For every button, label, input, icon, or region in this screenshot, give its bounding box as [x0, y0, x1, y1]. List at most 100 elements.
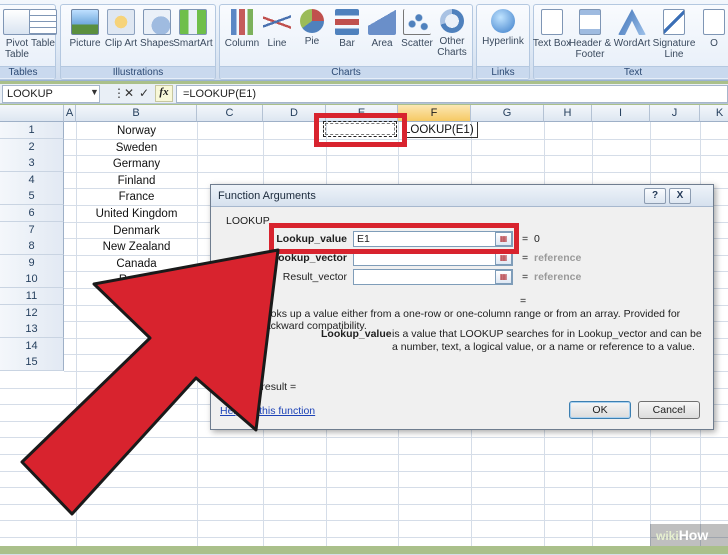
picture-icon — [71, 9, 99, 35]
result-vector-input[interactable] — [353, 269, 513, 285]
column-header-g[interactable]: G — [471, 105, 544, 122]
ribbon-group-label-charts: Charts — [220, 66, 472, 78]
cell-b1[interactable]: Norway — [76, 123, 197, 139]
column-header-a[interactable]: A — [64, 105, 76, 122]
arg-equals: = — [522, 271, 529, 283]
other-charts-button[interactable]: Other Charts — [430, 9, 474, 67]
row-header-2[interactable]: 2 — [0, 138, 64, 156]
row-header-3[interactable]: 3 — [0, 155, 64, 173]
column-chart-icon — [228, 9, 256, 35]
gridline-horizontal — [0, 537, 728, 538]
ribbon-group-tables: Pivot Table Table Tables — [0, 4, 57, 80]
collapse-dialog-icon[interactable]: ▦ — [495, 270, 512, 284]
cell-b10[interactable]: Russia — [76, 272, 197, 288]
ribbon-group-illustrations: Picture Clip Art Shapes SmartArt Illustr… — [60, 4, 216, 80]
pie-chart-icon — [300, 9, 324, 33]
function-arguments-dialog: Function Arguments ? X LOOKUP Lookup_val… — [210, 184, 714, 430]
close-icon[interactable]: X — [669, 188, 691, 204]
column-header-f[interactable]: F — [398, 105, 471, 122]
help-icon[interactable]: ? — [644, 188, 666, 204]
chevron-down-icon[interactable]: ▼ — [90, 87, 99, 97]
row-header-15[interactable]: 15 — [0, 354, 64, 372]
cell-b9[interactable]: Canada — [76, 256, 197, 272]
signature-line-icon — [663, 9, 685, 35]
cell-b7[interactable]: Denmark — [76, 223, 197, 239]
dialog-function-name: LOOKUP — [226, 215, 270, 227]
row-header-6[interactable]: 6 — [0, 205, 64, 222]
arg-equals: = — [522, 252, 529, 264]
text-box-icon — [541, 9, 563, 35]
name-box[interactable]: LOOKUP — [2, 85, 100, 103]
row-header-7[interactable]: 7 — [0, 221, 64, 239]
select-all-corner[interactable] — [0, 105, 64, 122]
object-button[interactable]: O — [694, 9, 728, 67]
hyperlink-icon — [491, 9, 515, 33]
arg-result-result-vector: reference — [534, 271, 582, 283]
cell-b8[interactable]: New Zealand — [76, 239, 197, 255]
bar-chart-icon — [335, 9, 359, 35]
ribbon-group-links: Hyperlink Links — [476, 4, 530, 80]
smartart-button[interactable]: SmartArt — [171, 9, 215, 67]
function-result-equals: = — [520, 295, 527, 307]
cell-b3[interactable]: Germany — [76, 156, 197, 172]
arg-result-lookup-value: 0 — [534, 233, 540, 245]
other-charts-icon — [440, 9, 464, 33]
gridline-horizontal — [0, 553, 728, 555]
wordart-icon — [618, 9, 646, 35]
row-header-11[interactable]: 11 — [0, 288, 64, 305]
dialog-title: Function Arguments — [218, 190, 316, 202]
row-header-5[interactable]: 5 — [0, 188, 64, 206]
cell-f1[interactable]: LOOKUP(E1) — [404, 122, 478, 138]
area-chart-icon — [368, 9, 396, 35]
dialog-titlebar[interactable]: Function Arguments ? X — [211, 185, 713, 207]
ribbon-group-label-text: Text — [534, 66, 728, 78]
arg-equals: = — [522, 233, 529, 245]
column-header-c[interactable]: C — [197, 105, 263, 122]
ribbon-group-text: Text Box Header & Footer WordArt Signatu… — [533, 4, 728, 80]
insert-function-icon[interactable]: fx — [155, 85, 173, 102]
formula-bar: LOOKUP ▼ ⋮ ✕ ✓ fx =LOOKUP(E1) — [0, 84, 728, 104]
cell-b2[interactable]: Sweden — [76, 140, 197, 156]
gridline-horizontal — [0, 487, 728, 489]
highlight-box-e1 — [314, 113, 407, 147]
row-header-14[interactable]: 14 — [0, 337, 64, 355]
clip-art-icon — [107, 9, 135, 35]
gridline-horizontal — [0, 437, 728, 439]
cell-b6[interactable]: United Kingdom — [76, 206, 197, 222]
header-footer-button[interactable]: Header & Footer — [568, 9, 612, 67]
row-header-13[interactable]: 13 — [0, 321, 64, 339]
gridline-vertical — [197, 122, 198, 546]
row-header-10[interactable]: 10 — [0, 271, 64, 289]
header-footer-icon — [579, 9, 601, 35]
help-link[interactable]: Help on this function — [220, 405, 315, 417]
row-header-9[interactable]: 9 — [0, 254, 64, 272]
line-chart-icon — [263, 9, 291, 35]
cancel-button[interactable]: Cancel — [638, 401, 700, 419]
column-header-h[interactable]: H — [544, 105, 592, 122]
gridline-horizontal — [0, 454, 728, 455]
row-header-1[interactable]: 1 — [0, 122, 64, 139]
cell-b5[interactable]: France — [76, 189, 197, 205]
column-header-i[interactable]: I — [592, 105, 650, 122]
formula-input[interactable]: =LOOKUP(E1) — [176, 85, 728, 103]
row-header-4[interactable]: 4 — [0, 171, 64, 189]
cell-b11[interactable]: Hungary — [76, 289, 197, 305]
row-header-8[interactable]: 8 — [0, 238, 64, 256]
smartart-icon — [179, 9, 207, 35]
table-button[interactable]: Table — [21, 9, 65, 67]
enter-entry-icon[interactable]: ✓ — [139, 86, 149, 100]
column-header-j[interactable]: J — [650, 105, 700, 122]
hyperlink-button[interactable]: Hyperlink — [481, 9, 525, 67]
scatter-chart-icon — [403, 9, 431, 35]
wordart-button[interactable]: WordArt — [610, 9, 654, 67]
cell-b4[interactable]: Finland — [76, 173, 197, 189]
ok-button[interactable]: OK — [569, 401, 631, 419]
column-header-k[interactable]: K — [700, 105, 728, 122]
row-header-12[interactable]: 12 — [0, 304, 64, 322]
watermark-name: How — [678, 527, 709, 543]
column-header-b[interactable]: B — [76, 105, 197, 122]
highlight-box-lookup-value — [269, 223, 519, 254]
cancel-entry-icon[interactable]: ✕ — [124, 86, 134, 100]
watermark: wikiHow — [650, 524, 728, 546]
signature-line-button[interactable]: Signature Line — [652, 9, 696, 67]
